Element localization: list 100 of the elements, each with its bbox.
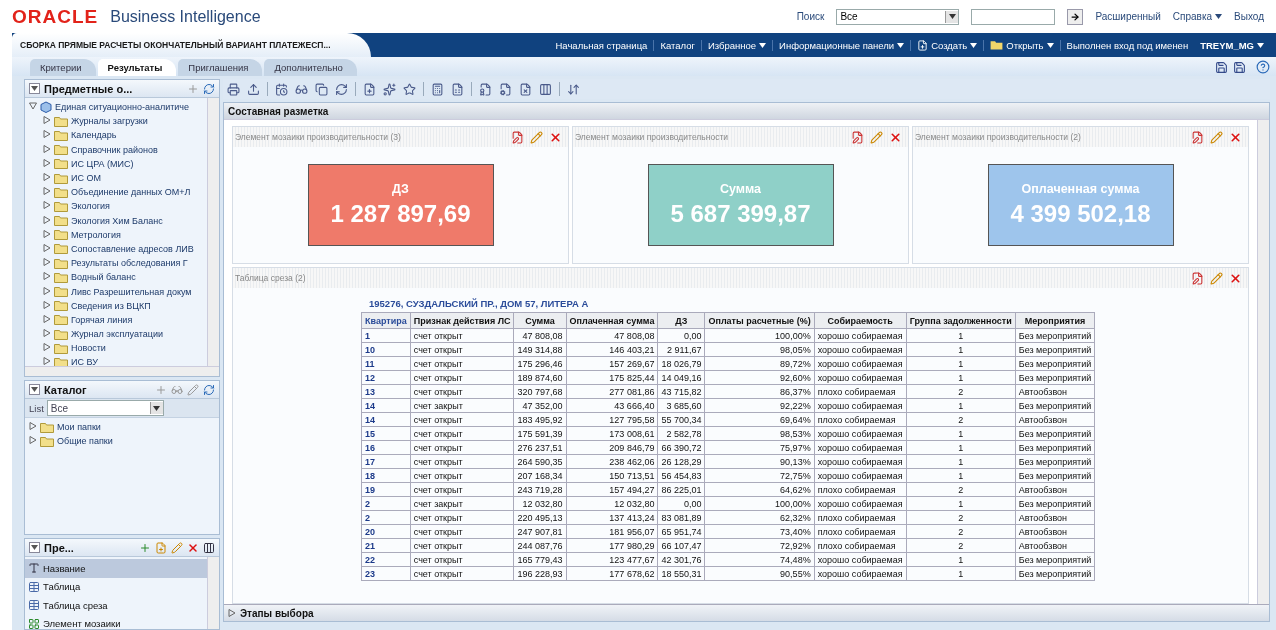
- search-field[interactable]: [971, 8, 1056, 25]
- columns-icon[interactable]: [203, 541, 215, 554]
- tree-item[interactable]: Метрология: [71, 229, 121, 240]
- tree-item[interactable]: Справочник районов: [71, 144, 158, 155]
- tree-item[interactable]: Объединение данных ОМ+Л: [71, 187, 191, 198]
- list-item[interactable]: Таблица: [25, 577, 207, 596]
- print-icon[interactable]: [227, 82, 240, 96]
- delete-icon[interactable]: [549, 130, 562, 144]
- help-icon[interactable]: [1256, 60, 1270, 74]
- column-header[interactable]: Сумма: [513, 312, 566, 329]
- columns-icon[interactable]: [539, 82, 552, 96]
- badge-icon[interactable]: [479, 82, 492, 96]
- scrollbar[interactable]: [207, 557, 219, 629]
- tree-item[interactable]: ИС ОМ: [71, 173, 101, 184]
- nav-link[interactable]: Информационные панели: [772, 39, 911, 51]
- tree-item[interactable]: ИС ЦРА (МИС): [71, 158, 134, 169]
- edit-icon[interactable]: [870, 130, 883, 144]
- user-menu[interactable]: TREYM_MG: [1194, 39, 1270, 51]
- tree-item[interactable]: Общие папки: [57, 436, 113, 447]
- column-header[interactable]: Мероприятия: [1015, 312, 1095, 329]
- glasses-icon[interactable]: [171, 383, 183, 396]
- tree-item[interactable]: Экология Хим Баланс: [71, 215, 163, 226]
- sort-icon[interactable]: [567, 82, 580, 96]
- tab[interactable]: Результаты: [97, 59, 177, 76]
- tab[interactable]: Дополнительно: [264, 59, 357, 76]
- nav-link[interactable]: Открыть: [983, 39, 1060, 51]
- scrollbar[interactable]: [207, 98, 219, 366]
- sparkle-icon[interactable]: [383, 82, 396, 96]
- tab[interactable]: Приглашения: [178, 59, 263, 76]
- collapse-icon[interactable]: [29, 384, 40, 395]
- tree-item[interactable]: Результаты обследования Г: [71, 258, 188, 269]
- list-item[interactable]: Элемент мозаики: [25, 614, 207, 629]
- column-header[interactable]: Признак действия ЛС: [410, 312, 514, 329]
- column-header[interactable]: Оплаченная сумма: [566, 312, 658, 329]
- format-icon[interactable]: [1191, 130, 1204, 144]
- tree-item[interactable]: Единая ситуационно-аналитиче: [55, 102, 190, 113]
- collapse-icon[interactable]: [29, 83, 40, 94]
- copy-icon[interactable]: [315, 82, 328, 96]
- refresh-icon[interactable]: [335, 82, 348, 96]
- schedule-icon[interactable]: [275, 82, 288, 96]
- tree-item[interactable]: Журналы загрузки: [71, 116, 148, 127]
- tree-item[interactable]: Горячая линия: [71, 314, 133, 325]
- edit-icon[interactable]: [171, 541, 183, 554]
- nav-link[interactable]: Каталог: [653, 39, 701, 51]
- scrollbar[interactable]: [1257, 120, 1269, 604]
- tree-item[interactable]: Сведения из ВЦКП: [71, 300, 151, 311]
- tree-item[interactable]: Водный баланс: [71, 272, 136, 283]
- collapse-icon[interactable]: [29, 542, 40, 553]
- glasses-icon[interactable]: [295, 82, 308, 96]
- scrollbar[interactable]: [25, 366, 219, 376]
- column-header[interactable]: ДЗ: [657, 312, 705, 329]
- tree-item[interactable]: Сопоставление адресов ЛИВ: [71, 243, 194, 254]
- tree-item[interactable]: Календарь: [71, 130, 117, 141]
- edit-icon[interactable]: [530, 130, 543, 144]
- tree-item[interactable]: Экология: [71, 201, 110, 212]
- column-header[interactable]: Квартира: [361, 312, 411, 329]
- tree-item[interactable]: Журнал эксплуатации: [71, 329, 164, 340]
- nav-link[interactable]: Начальная страница: [549, 39, 654, 51]
- search-go-button[interactable]: [1067, 8, 1084, 25]
- list-item[interactable]: Название: [25, 559, 207, 578]
- delete-icon[interactable]: [889, 130, 902, 144]
- header-link[interactable]: Справка: [1172, 11, 1223, 22]
- remove-icon[interactable]: [519, 82, 532, 96]
- delete-icon[interactable]: [1229, 271, 1242, 285]
- settings-icon[interactable]: [499, 82, 512, 96]
- format-icon[interactable]: [851, 130, 864, 144]
- spreadsheet-icon[interactable]: [451, 82, 464, 96]
- delete-icon[interactable]: [1229, 130, 1242, 144]
- column-header[interactable]: Оплаты расчетные (%): [704, 312, 815, 329]
- star-icon[interactable]: [403, 82, 416, 96]
- delete-icon[interactable]: [187, 541, 199, 554]
- edit-icon[interactable]: [187, 383, 199, 396]
- nav-link[interactable]: Избранное: [700, 39, 773, 51]
- tab[interactable]: Критерии: [30, 59, 96, 76]
- search-scope-select[interactable]: Все: [836, 8, 960, 25]
- header-link[interactable]: Расширенный: [1095, 11, 1161, 22]
- refresh-icon[interactable]: [203, 383, 215, 396]
- edit-icon[interactable]: [1210, 130, 1223, 144]
- edit-icon[interactable]: [1210, 271, 1223, 285]
- nav-link[interactable]: Создать: [910, 39, 984, 51]
- list-select[interactable]: Все: [46, 400, 164, 416]
- save-as-icon[interactable]: [1233, 61, 1246, 74]
- new-view-icon[interactable]: [363, 82, 376, 96]
- tree-item[interactable]: ИС ВУ: [71, 357, 98, 366]
- column-header[interactable]: Собираемость: [814, 312, 907, 329]
- tree-item[interactable]: Новости: [71, 343, 106, 354]
- expander-icon[interactable]: [228, 608, 236, 617]
- tree-item[interactable]: Ливс Разрешительная докум: [71, 286, 192, 297]
- tree-item[interactable]: Мои папки: [57, 422, 101, 433]
- add-icon[interactable]: [139, 541, 151, 554]
- calculator-icon[interactable]: [431, 82, 444, 96]
- export-icon[interactable]: [247, 82, 260, 96]
- header-link[interactable]: Выход: [1234, 11, 1264, 22]
- new-view-icon[interactable]: [155, 541, 167, 554]
- format-icon[interactable]: [511, 130, 524, 144]
- list-item[interactable]: Таблица среза: [25, 596, 207, 615]
- refresh-icon[interactable]: [203, 82, 215, 95]
- format-icon[interactable]: [1191, 271, 1204, 285]
- column-header[interactable]: Группа задолженности: [906, 312, 1016, 329]
- save-icon[interactable]: [1215, 61, 1228, 74]
